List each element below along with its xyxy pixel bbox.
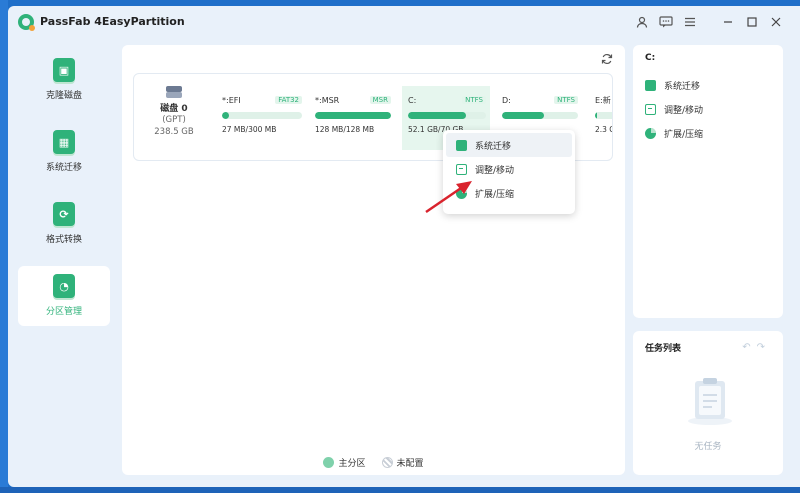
resize-move-icon (456, 163, 467, 175)
menu-item-label: 扩展/压缩 (475, 189, 515, 200)
clone-disk-icon: ▣ (53, 58, 75, 82)
partition-name: *:MSR (315, 95, 340, 105)
partition-actions-panel: C: 系统迁移 调整/移动 扩展/压缩 (633, 45, 783, 318)
legend-label: 主分区 (338, 459, 366, 469)
disk-name: 磁盘 0 (160, 104, 188, 114)
unallocated-swatch (381, 457, 393, 468)
partition-manage-icon: ◔ (53, 274, 75, 298)
system-migrate-icon (645, 79, 656, 91)
partition-main-panel: 磁盘 0 (GPT) 238.5 GB *:EFI FAT32 27 MB/300… (122, 45, 625, 475)
partition-e[interactable]: E:新 2.3 G (589, 86, 612, 150)
resize-move-icon (645, 103, 656, 115)
partition-usage-fill (408, 112, 466, 119)
legend-label: 未配置 (396, 459, 424, 469)
legend-unallocated: 未配置 (381, 456, 424, 469)
annotation-arrow (425, 181, 472, 214)
menu-item-label: 系统迁移 (475, 141, 512, 152)
partition-name: E:新 (595, 95, 611, 105)
action-extend-shrink[interactable]: 扩展/压缩 (645, 121, 771, 145)
legend-primary: 主分区 (323, 456, 366, 469)
primary-swatch (323, 457, 335, 468)
undo-redo-icons[interactable]: ↶↷ (742, 342, 771, 353)
partition-usage-bar (408, 112, 486, 119)
partition-name: *:EFI (222, 95, 241, 105)
partition-msr[interactable]: *:MSR MSR 128 MB/128 MB (309, 86, 395, 150)
close-icon[interactable] (764, 12, 788, 32)
partition-size: 2.3 G (595, 125, 612, 134)
partition-usage-fill (595, 112, 598, 119)
empty-task-text: 无任务 (694, 442, 722, 452)
chat-icon[interactable] (654, 12, 678, 32)
hard-disk-icon (166, 86, 182, 98)
partition-usage-bar (595, 112, 612, 119)
app-title: PassFab 4EasyPartition (40, 15, 185, 28)
sidebar-item-label: 分区管理 (45, 307, 82, 317)
extend-shrink-icon (645, 127, 656, 139)
partition-name: D: (502, 95, 511, 105)
desktop-edge (0, 0, 8, 493)
disk-type: (GPT) (162, 115, 186, 125)
selected-partition-title: C: (645, 53, 656, 63)
partition-usage-fill (222, 112, 230, 119)
task-list-panel: 任务列表 ↶↷ 无任务 (633, 331, 783, 475)
refresh-icon[interactable] (601, 53, 613, 69)
partition-usage-bar (502, 112, 578, 119)
disk-info: 磁盘 0 (GPT) 238.5 GB (142, 86, 206, 138)
empty-clipboard-icon (688, 378, 732, 425)
action-label: 调整/移动 (664, 105, 704, 116)
disk-size: 238.5 GB (154, 127, 194, 137)
task-list-title: 任务列表 (645, 344, 682, 354)
titlebar-controls (630, 12, 788, 32)
partition-fs-badge: NTFS (462, 96, 486, 104)
sidebar-item-label: 格式转换 (45, 235, 82, 245)
partition-fs-badge: MSR (369, 96, 391, 104)
maximize-icon[interactable] (740, 12, 764, 32)
sidebar-item-system-migrate[interactable]: ▦ 系统迁移 (18, 122, 110, 182)
sidebar-item-clone-disk[interactable]: ▣ 克隆磁盘 (18, 50, 110, 110)
partition-size: 27 MB/300 MB (222, 125, 277, 134)
action-system-migrate[interactable]: 系统迁移 (645, 73, 771, 97)
partition-fs-badge: FAT32 (275, 96, 302, 104)
title-bar: PassFab 4EasyPartition (8, 6, 800, 38)
partition-usage-bar (222, 112, 302, 119)
app-window: PassFab 4EasyPartition ▣ 克隆磁盘 ▦ 系统迁移 ⟳ 格… (8, 6, 800, 487)
partition-fs-badge: NTFS (554, 96, 578, 104)
titlebar-divider (702, 12, 716, 32)
menu-icon[interactable] (678, 12, 702, 32)
action-label: 扩展/压缩 (664, 129, 704, 140)
system-migrate-icon: ▦ (53, 130, 75, 154)
partition-usage-fill (315, 112, 391, 119)
partition-usage-bar (315, 112, 391, 119)
partition-efi[interactable]: *:EFI FAT32 27 MB/300 MB (216, 86, 306, 150)
system-migrate-icon (456, 139, 467, 151)
menu-item-label: 调整/移动 (475, 165, 515, 176)
partition-usage-fill (502, 112, 544, 119)
partition-name: C: (408, 95, 417, 105)
sidebar-item-format-convert[interactable]: ⟳ 格式转换 (18, 194, 110, 254)
minimize-icon[interactable] (716, 12, 740, 32)
action-resize-move[interactable]: 调整/移动 (645, 97, 771, 121)
taskbar-edge (0, 487, 800, 493)
sidebar-item-label: 克隆磁盘 (45, 91, 82, 101)
app-logo-icon (18, 14, 35, 31)
sidebar-item-partition-manage[interactable]: ◔ 分区管理 (18, 266, 110, 326)
sidebar-item-label: 系统迁移 (45, 163, 82, 173)
partition-size: 128 MB/128 MB (315, 125, 375, 134)
action-label: 系统迁移 (664, 81, 701, 92)
format-convert-icon: ⟳ (53, 202, 75, 226)
partition-legend: 主分区 未配置 (122, 456, 625, 469)
user-icon[interactable] (630, 12, 654, 32)
menu-item-system-migrate[interactable]: 系统迁移 (446, 133, 572, 157)
